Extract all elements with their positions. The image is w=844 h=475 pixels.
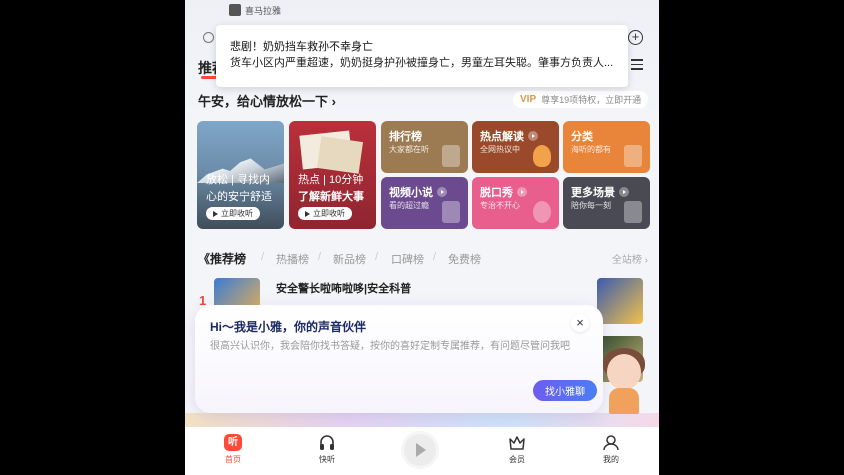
card-talk-show[interactable]: 脱口秀 专治不开心	[472, 177, 559, 229]
chat-with-assistant-button[interactable]: 找小雅聊	[533, 380, 597, 401]
door-icon	[442, 201, 460, 223]
nav-vip[interactable]: 会员	[497, 434, 537, 465]
rank-tab-free[interactable]: 免费榜	[448, 251, 481, 267]
notification-body: 货车小区内严重超速，奶奶挺身护孙被撞身亡，男童左耳失聪。肇事方负责人...	[230, 57, 614, 69]
nav-quick-listen[interactable]: 快听	[307, 434, 347, 465]
play-icon	[437, 187, 447, 197]
card-more-subtitle: 陪你每一刻	[571, 201, 611, 210]
flame-icon	[533, 145, 551, 167]
rank-tab-hot[interactable]: 热播榜	[276, 251, 309, 267]
relax-line2: 心的安宁舒适	[206, 191, 272, 203]
card-video-novel[interactable]: 视频小说 看的超过瘾	[381, 177, 468, 229]
grid-icon	[624, 145, 642, 167]
relax-listen-label: 立即收听	[221, 209, 253, 218]
relax-card[interactable]: 放松 | 寻找内 心的安宁舒适 立即收听	[197, 121, 284, 229]
home-icon: 听	[224, 434, 242, 451]
card-rankings-title: 排行榜	[389, 131, 422, 143]
relax-listen-button[interactable]: 立即收听	[206, 207, 260, 220]
play-icon	[528, 131, 538, 141]
nav-quick-label: 快听	[319, 455, 335, 464]
card-rankings-subtitle: 大家都在听	[389, 145, 429, 154]
hot-news-card[interactable]: 热点 | 10分钟 了解新鲜大事 立即收听	[289, 121, 376, 229]
avatar-face	[607, 354, 641, 390]
card-more-scenes[interactable]: 更多场景 陪你每一刻	[563, 177, 650, 229]
card-talk-title: 脱口秀	[480, 187, 513, 199]
smile-icon	[533, 201, 551, 223]
headphones-icon	[318, 434, 336, 451]
rank-tabs: 《推荐榜 / 热播榜 / 新品榜 / 口碑榜 / 免费榜 全站榜 ›	[198, 250, 648, 266]
play-icon	[213, 210, 218, 217]
rank-tab-recommend-label: 推荐榜	[210, 252, 247, 266]
play-icon	[619, 187, 629, 197]
album-cover-right-1[interactable]	[597, 278, 643, 324]
rank-tab-separator: /	[261, 251, 265, 263]
menu-icon[interactable]	[631, 59, 643, 70]
app-badge-icon	[229, 4, 241, 16]
assistant-avatar	[599, 340, 647, 414]
status-app-name: 喜马拉雅	[245, 5, 282, 16]
close-icon[interactable]: ×	[571, 314, 589, 332]
all-rankings-link[interactable]: 全站榜 ›	[612, 251, 648, 266]
hot-listen-button[interactable]: 立即收听	[298, 207, 352, 220]
player-play-button[interactable]	[401, 431, 439, 469]
play-icon	[517, 187, 527, 197]
chevron-right-icon: ›	[331, 94, 336, 109]
bracket-icon	[624, 201, 642, 223]
hot-line2: 了解新鲜大事	[298, 191, 364, 203]
search-icon[interactable]	[203, 32, 214, 43]
greeting[interactable]: 午安，给心情放松一下 ›	[198, 91, 336, 110]
user-icon	[602, 434, 620, 451]
vip-text: 尊享19项特权，立即开通	[541, 95, 642, 105]
trophy-icon	[442, 145, 460, 167]
relax-line1: 放松 | 寻找内	[206, 174, 270, 186]
card-categories[interactable]: 分类 海听的都有	[563, 121, 650, 173]
add-icon[interactable]: +	[628, 30, 643, 45]
card-more-title: 更多场景	[571, 187, 615, 199]
nav-home-label: 首页	[225, 455, 241, 464]
assistant-popup: Hi～我是小雅，你的声音伙伴 很高兴认识你，我会陪你找书答疑，按你的喜好定制专属…	[195, 305, 603, 413]
rank-tab-new[interactable]: 新品榜	[333, 251, 366, 267]
hot-listen-label: 立即收听	[313, 209, 345, 218]
assistant-title: Hi～我是小雅，你的声音伙伴	[210, 320, 367, 334]
crown-icon	[508, 434, 526, 451]
push-notification[interactable]: 悲剧！奶奶挡车救孙不幸身亡 货车小区内严重超速，奶奶挺身护孙被撞身亡，男童左耳失…	[216, 25, 628, 87]
rank-tab-prefix: 《	[198, 252, 211, 266]
rank-tab-separator: /	[318, 251, 322, 263]
avatar-body	[609, 388, 639, 414]
vip-tag: VIP	[520, 94, 537, 105]
card-video-title: 视频小说	[389, 187, 433, 199]
play-icon	[305, 210, 310, 217]
card-video-subtitle: 看的超过瘾	[389, 201, 429, 210]
rank-tab-separator: /	[375, 251, 379, 263]
greeting-text: 午安，给心情放松一下	[198, 94, 329, 109]
nav-me-label: 我的	[603, 455, 619, 464]
newspaper-image-2	[316, 136, 364, 174]
card-category-subtitle: 海听的都有	[571, 145, 611, 154]
rank-tab-recommend[interactable]: 《推荐榜	[198, 250, 246, 267]
nav-me[interactable]: 我的	[591, 434, 631, 465]
card-rankings[interactable]: 排行榜 大家都在听	[381, 121, 468, 173]
rainbow-strip	[185, 413, 659, 427]
notification-title: 悲剧！奶奶挡车救孙不幸身亡	[230, 41, 373, 53]
vip-banner[interactable]: VIP 尊享19项特权，立即开通	[513, 91, 649, 108]
status-bar: 喜马拉雅	[229, 3, 281, 17]
assistant-body: 很高兴认识你，我会陪你找书答疑，按你的喜好定制专属推荐，有问题尽管问我吧	[210, 341, 570, 352]
hot-line1: 热点 | 10分钟	[298, 174, 364, 186]
nav-home[interactable]: 听 首页	[213, 434, 253, 465]
nav-vip-label: 会员	[509, 455, 525, 464]
app-screen: 喜马拉雅 + 推荐 悲剧！奶奶挡车救孙不幸身亡 货车小区内严重超速，奶奶挺身护孙…	[185, 0, 659, 475]
card-category-title: 分类	[571, 131, 593, 143]
album-title-1[interactable]: 安全警长啦咘啦哆|安全科普	[276, 280, 411, 296]
card-talk-subtitle: 专治不开心	[480, 201, 520, 210]
card-hot-subtitle: 全网热议中	[480, 145, 520, 154]
rank-tab-separator: /	[433, 251, 437, 263]
card-hot-title: 热点解读	[480, 131, 524, 143]
rank-tab-reputation[interactable]: 口碑榜	[391, 251, 424, 267]
card-hot-topics[interactable]: 热点解读 全网热议中	[472, 121, 559, 173]
